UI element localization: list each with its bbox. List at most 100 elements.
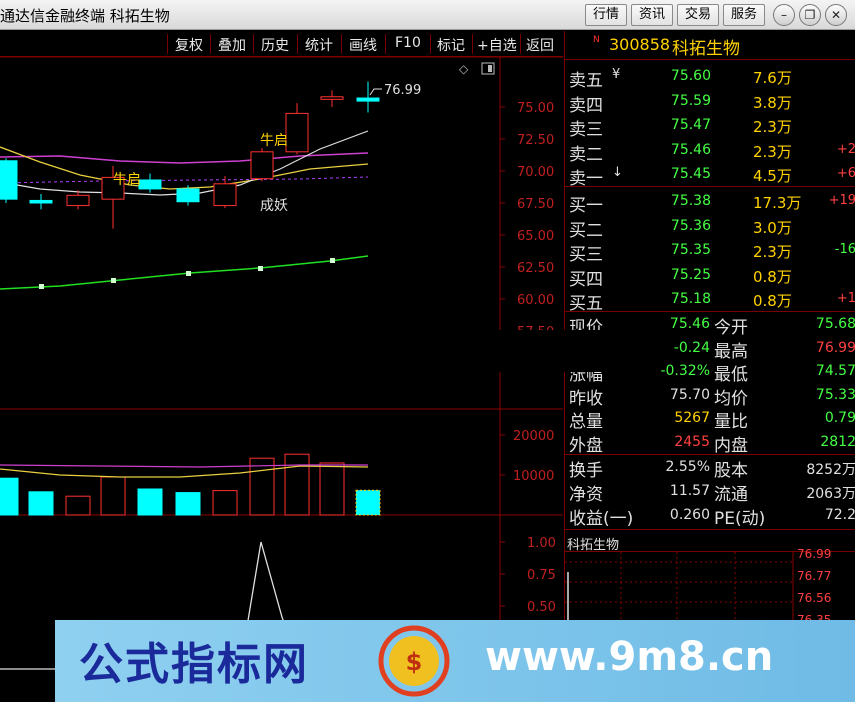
volume-bar [249, 457, 275, 516]
order-row-sell[interactable]: 卖五 ¥75.60 7.6万 [565, 64, 855, 91]
price-tick: 65.00 [517, 229, 554, 244]
toolbar-statistics[interactable]: 统计 [305, 35, 333, 55]
stat-value: 75.70 [669, 386, 710, 403]
fin-label: 股本 [714, 461, 748, 481]
candle [138, 173, 162, 193]
order-change: +2 [836, 141, 855, 157]
stat-label: 总量 [569, 412, 603, 432]
order-volume: 4.5万 [753, 167, 792, 185]
price-axis: 75.0072.5070.0067.5065.0062.5060.0057.50 [500, 101, 554, 340]
quote-stat-row: 外盘 2455 内盘 2812 [565, 430, 855, 456]
banner-url: www.9m8.cn [485, 634, 774, 680]
fin-label: PE(动) [714, 509, 766, 529]
toolbar-history[interactable]: 历史 [261, 35, 289, 55]
site-logo-icon: $ [378, 625, 450, 697]
order-row-buy[interactable]: 买三 75.35 2.3万 -16 [565, 238, 855, 265]
order-row-sell[interactable]: 卖四 75.59 3.8万 [565, 89, 855, 116]
order-volume: 0.8万 [753, 267, 792, 286]
volume-bar [65, 495, 91, 516]
volume-bar [0, 477, 19, 516]
fin-value: 0.260 [669, 507, 710, 523]
fundamental-row: 收益(一) 0.260 PE(动) 72.2 [565, 503, 855, 529]
stat-label: 外盘 [569, 435, 603, 456]
stat-label: 今开 [714, 318, 748, 338]
price-tick: 75.00 [517, 101, 554, 116]
order-row-buy[interactable]: 买二 75.36 3.0万 [565, 214, 855, 241]
order-volume: 0.8万 [753, 292, 792, 310]
moving-average-lines [0, 130, 369, 290]
order-row-sell[interactable]: 卖二 75.46 2.3万 +2 [565, 138, 855, 165]
order-volume: 2.3万 [753, 243, 792, 261]
signal-annotations: 牛启 牛启 成妖 76.99 [113, 83, 421, 214]
stat-label: 内盘 [714, 435, 748, 456]
order-change: -16 [834, 242, 855, 257]
toolbar-back[interactable]: 返回 [526, 35, 554, 55]
price-tick: 67.50 [517, 197, 554, 212]
fundamental-row: 净资 11.57 流通 2063万 [565, 479, 855, 505]
candle [29, 194, 53, 210]
stat-value: 74.57 [815, 363, 855, 379]
order-row-buy[interactable]: 买一 75.38 17.3万 +19 [565, 189, 855, 216]
toolbar-draw-line[interactable]: 画线 [349, 35, 377, 55]
toolbar-restore-rights[interactable]: 复权 [175, 35, 203, 55]
order-price: 75.38 [670, 193, 711, 209]
price-tick: 70.00 [517, 165, 554, 180]
order-price: 75.45 [670, 166, 711, 182]
candle [66, 190, 90, 210]
fin-value: 2063万 [806, 486, 855, 502]
service-button[interactable]: 服务 [723, 4, 765, 26]
stat-value: 76.99 [815, 339, 855, 356]
volume-tick: 10000 [513, 469, 554, 484]
toolbar-overlay[interactable]: 叠加 [218, 35, 246, 55]
candle [213, 176, 237, 209]
volume-bar [284, 453, 310, 516]
fin-value: 11.57 [669, 483, 710, 499]
volume-axis: 20000 10000 [500, 429, 554, 484]
mini-tick: 76.56 [797, 591, 832, 605]
order-label: 卖五 [569, 71, 603, 91]
chart-toolbar: 复权 叠加 历史 统计 画线 F10 标记 +自选 返回 [0, 31, 563, 57]
toolbar-add-watchlist[interactable]: +自选 [477, 35, 517, 55]
order-volume: 2.3万 [753, 118, 792, 136]
candle [356, 81, 380, 113]
stat-label: 最低 [714, 365, 748, 385]
fin-label: 流通 [714, 485, 748, 505]
order-volume: 3.8万 [753, 93, 792, 112]
stat-label: 最高 [714, 341, 748, 362]
stat-label: 量比 [714, 412, 748, 432]
order-price: 75.46 [670, 141, 711, 158]
diamond-icon[interactable]: ◇ [459, 62, 469, 76]
close-icon[interactable]: ✕ [825, 4, 847, 26]
max-price-label: 76.99 [384, 83, 421, 98]
order-label: 卖三 [569, 120, 603, 140]
stock-header: N 300858 科拓生物 [565, 31, 855, 59]
order-row-sell[interactable]: 卖一 ↓ 75.45 4.5万 +6 [565, 162, 855, 189]
volume-bar [28, 491, 54, 516]
unit-mark: ¥ [612, 67, 621, 82]
order-change: +1 [836, 291, 855, 306]
market-button[interactable]: 行情 [585, 4, 627, 26]
order-price: 75.59 [670, 92, 711, 109]
order-row-buy[interactable]: 买五 75.18 0.8万 +1 [565, 287, 855, 314]
order-row-buy[interactable]: 买四 75.25 0.8万 [565, 263, 855, 290]
toolbar-f10[interactable]: F10 [395, 35, 421, 51]
fin-label: 净资 [569, 485, 603, 505]
restore-icon[interactable]: ❐ [799, 4, 821, 26]
minimize-icon[interactable]: – [773, 4, 795, 26]
fin-value: 8252万 [806, 462, 855, 478]
order-row-sell[interactable]: 卖三 75.47 2.3万 [565, 113, 855, 140]
quote-stat-row: 总量 5267 量比 0.79 [565, 406, 855, 432]
fin-label: 换手 [569, 461, 603, 481]
order-volume: 2.3万 [753, 142, 792, 161]
stat-value: 2812 [820, 433, 855, 450]
stat-value: -0.32% [660, 363, 710, 379]
news-button[interactable]: 资讯 [631, 4, 673, 26]
indicator-tick: 1.00 [527, 536, 556, 551]
toolbar-mark[interactable]: 标记 [437, 35, 465, 55]
volume-bar [137, 488, 163, 516]
order-price: 75.60 [670, 68, 711, 84]
stock-code: 300858 [609, 35, 671, 54]
indicator-tick: 0.50 [527, 600, 556, 615]
kline-chart[interactable]: ◇ 75.0072.5070.0067.5065.0062.5060.0057.… [0, 57, 563, 702]
trade-button[interactable]: 交易 [677, 4, 719, 26]
